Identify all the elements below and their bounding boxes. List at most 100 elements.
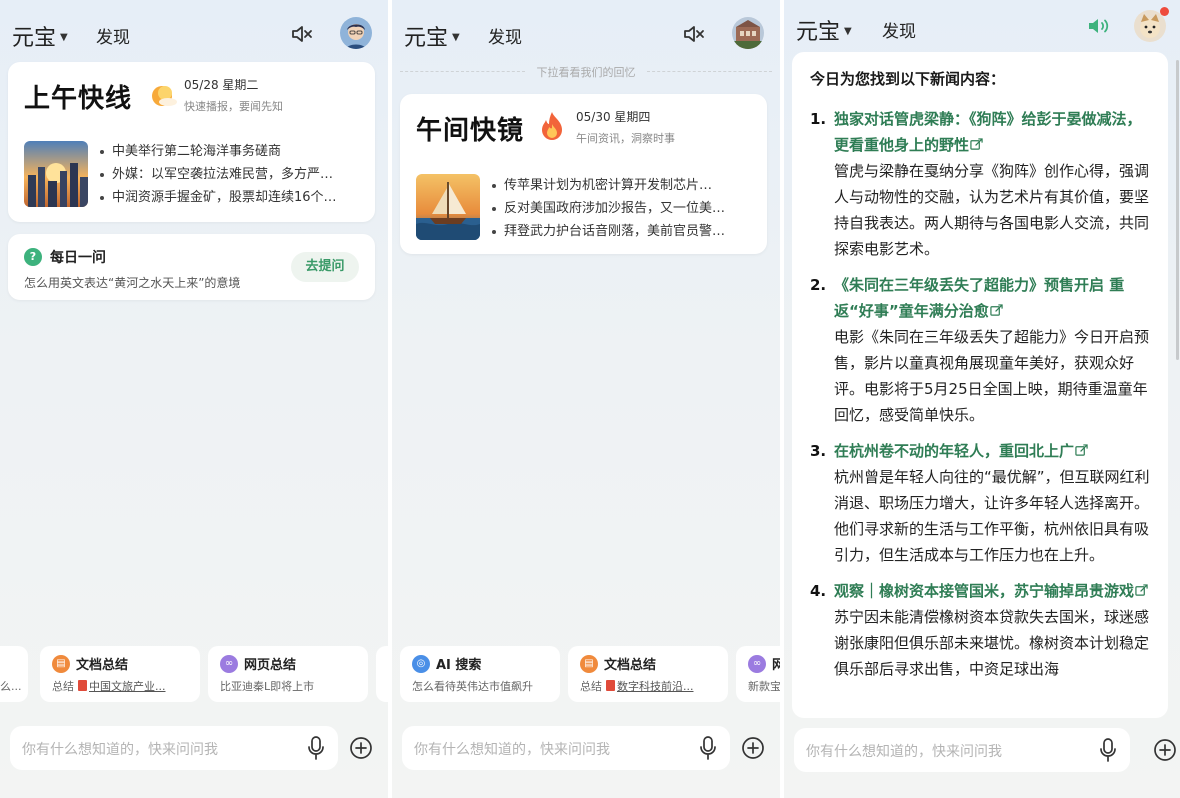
chip-title: 网页总结 bbox=[244, 658, 297, 673]
ask-button[interactable]: 去提问 bbox=[291, 252, 359, 282]
brand-switcher[interactable]: 元宝 ▼ bbox=[12, 20, 68, 52]
discover-tab[interactable]: 发现 bbox=[96, 23, 130, 48]
panel-noon-brief: 元宝 ▼ 发现 下拉看看我们的回忆 午间快镜 05/30 星期四 午间资讯，洞察… bbox=[392, 0, 780, 798]
microphone-icon[interactable] bbox=[1100, 738, 1116, 762]
chip-subtitle: 怎么看待英伟达市值飙升 bbox=[412, 680, 533, 693]
news-title-link[interactable]: 独家对话管虎梁静：《狗阵》给彭于晏做减法，更看重他身上的野性 bbox=[834, 110, 1142, 154]
ai-search-chip[interactable]: ◎ AI 搜索 怎么看待英伟达市值飙升 bbox=[400, 646, 560, 702]
discover-tab[interactable]: 发现 bbox=[488, 23, 522, 48]
item-number: 2. bbox=[810, 276, 827, 294]
chip-title: 网 bbox=[772, 658, 780, 673]
chip-subtitle: 总结 数字科技前沿... bbox=[580, 680, 694, 693]
item-number: 3. bbox=[810, 442, 827, 460]
daily-question-card[interactable]: ? 每日一问 怎么用英文表达“黄河之水天上来”的意境 去提问 bbox=[8, 234, 375, 300]
sound-muted-icon[interactable] bbox=[290, 22, 314, 46]
panel-news-answer: 元宝 ▼ 发现 今日为您找到以下新闻内容： 1. 独家对话管虎梁静：《狗阵》给彭… bbox=[784, 0, 1180, 798]
brief-date: 05/28 星期二 bbox=[184, 78, 259, 92]
chip-subtitle: 新款宝 bbox=[748, 680, 780, 693]
external-link-icon[interactable] bbox=[1135, 584, 1148, 597]
chip-title: 文档总结 bbox=[604, 658, 657, 673]
caret-down-icon: ▼ bbox=[844, 25, 852, 37]
microphone-icon[interactable] bbox=[308, 736, 324, 760]
link-icon: ∞ bbox=[748, 655, 766, 673]
avatar-building-icon bbox=[732, 17, 764, 49]
external-link-icon[interactable] bbox=[990, 304, 1003, 317]
news-title-link[interactable]: 《朱同在三年级丢失了超能力》预售开启 重返“好事”童年满分治愈 bbox=[834, 276, 1124, 320]
microphone-icon[interactable] bbox=[700, 736, 716, 760]
list-item[interactable]: 中美举行第二轮海洋事务磋商 bbox=[96, 140, 358, 163]
pdf-icon bbox=[78, 680, 87, 691]
input-placeholder: 你有什么想知道的，快来问问我 bbox=[806, 744, 1002, 760]
brand-name: 元宝 bbox=[12, 26, 57, 51]
panel-morning-brief: 元宝 ▼ 发现 上午快线 05/28 星期二 快速播报，要闻先知 中美举行第二轮… bbox=[0, 0, 388, 798]
news-title-link[interactable]: 观察｜橡树资本接管国米，苏宁输掉昂贵游戏 bbox=[834, 582, 1134, 600]
brief-news-list: 传苹果计划为机密计算开发制芯片… 反对美国政府涉加沙报告，又一位美… 拜登武力护… bbox=[488, 174, 750, 243]
news-result-item: 3. 在杭州卷不动的年轻人，重回北上广 杭州曾是年轻人向往的“最优解”，但互联网… bbox=[810, 438, 1154, 568]
web-summary-chip[interactable]: ∞ 网页总结 比亚迪秦L即将上市 bbox=[208, 646, 368, 702]
chat-input[interactable]: 你有什么想知道的，快来问问我 bbox=[794, 728, 1130, 772]
news-result-list: 1. 独家对话管虎梁静：《狗阵》给彭于晏做减法，更看重他身上的野性 管虎与梁静在… bbox=[810, 106, 1154, 692]
web-summary-chip-partial[interactable]: ∞ 网 新款宝 bbox=[736, 646, 780, 702]
link-icon: ∞ bbox=[220, 655, 238, 673]
input-placeholder: 你有什么想知道的，快来问问我 bbox=[22, 742, 218, 758]
scrollbar[interactable] bbox=[1176, 60, 1179, 360]
question-icon: ? bbox=[24, 248, 42, 266]
news-result-item: 1. 独家对话管虎梁静：《狗阵》给彭于晏做减法，更看重他身上的野性 管虎与梁静在… bbox=[810, 106, 1154, 262]
list-item[interactable]: 传苹果计划为机密计算开发制芯片… bbox=[488, 174, 750, 197]
list-item[interactable]: 拜登武力护台话音刚落，美前官员警… bbox=[488, 220, 750, 243]
list-item[interactable]: 外媒：以军空袭拉法难民营，多方严… bbox=[96, 163, 358, 186]
news-summary: 苏宁因未能清偿橡树资本贷款失去国米，球迷感谢张康阳但俱乐部未来堪忧。橡树资本计划… bbox=[834, 608, 1150, 678]
news-title-link[interactable]: 在杭州卷不动的年轻人，重回北上广 bbox=[834, 442, 1074, 460]
noon-brief-card[interactable]: 午间快镜 05/30 星期四 午间资讯，洞察时事 传苹果计划为机密计算开发制芯片… bbox=[400, 94, 767, 254]
brand-switcher[interactable]: 元宝 ▼ bbox=[404, 20, 460, 52]
news-summary: 管虎与梁静在戛纳分享《狗阵》创作心得，强调人与动物性的交融，认为艺术片有其价值，… bbox=[834, 162, 1150, 258]
doc-summary-chip[interactable]: ▤ 文档总结 总结 数字科技前沿... bbox=[568, 646, 728, 702]
chip-subtitle: 总结 中国文旅产业... bbox=[52, 680, 166, 693]
sailboat-image bbox=[416, 174, 480, 240]
list-item[interactable]: 中润资源手握金矿，股票却连续16个… bbox=[96, 186, 358, 209]
morning-brief-card[interactable]: 上午快线 05/28 星期二 快速播报，要闻先知 中美举行第二轮海洋事务磋商 外… bbox=[8, 62, 375, 222]
shortcut-chip-partial[interactable]: 么... bbox=[0, 646, 28, 702]
discover-tab[interactable]: 发现 bbox=[882, 17, 916, 42]
external-link-icon[interactable] bbox=[1075, 444, 1088, 457]
chat-input[interactable]: 你有什么想知道的，快来问问我 bbox=[402, 726, 730, 770]
city-sunrise-image bbox=[24, 141, 88, 207]
caret-down-icon: ▼ bbox=[60, 31, 68, 43]
sound-on-icon[interactable] bbox=[1086, 14, 1110, 38]
brief-subtitle: 快速播报，要闻先知 bbox=[184, 100, 283, 113]
news-result-item: 2. 《朱同在三年级丢失了超能力》预售开启 重返“好事”童年满分治愈 电影《朱同… bbox=[810, 272, 1154, 428]
chip-title: AI 搜索 bbox=[436, 658, 482, 673]
brand-switcher[interactable]: 元宝 ▼ bbox=[796, 14, 852, 46]
list-item[interactable]: 反对美国政府涉加沙报告，又一位美… bbox=[488, 197, 750, 220]
search-icon: ◎ bbox=[412, 655, 430, 673]
shortcut-chip-partial[interactable] bbox=[376, 646, 388, 702]
sound-muted-icon[interactable] bbox=[682, 22, 706, 46]
add-icon[interactable] bbox=[1153, 738, 1177, 762]
avatar[interactable] bbox=[732, 17, 764, 49]
caret-down-icon: ▼ bbox=[452, 31, 460, 43]
add-icon[interactable] bbox=[741, 736, 765, 760]
chip-title: 文档总结 bbox=[76, 658, 129, 673]
brief-title: 午间快镜 bbox=[416, 116, 525, 146]
header: 元宝 ▼ 发现 bbox=[392, 0, 780, 66]
notification-dot bbox=[1160, 7, 1169, 16]
item-number: 1. bbox=[810, 110, 827, 128]
chip-subtitle: 比亚迪秦L即将上市 bbox=[220, 680, 315, 693]
external-link-icon[interactable] bbox=[970, 138, 983, 151]
document-icon: ▤ bbox=[580, 655, 598, 673]
brief-news-list: 中美举行第二轮海洋事务磋商 外媒：以军空袭拉法难民营，多方严… 中润资源手握金矿… bbox=[96, 140, 358, 209]
answer-card: 今日为您找到以下新闻内容： 1. 独家对话管虎梁静：《狗阵》给彭于晏做减法，更看… bbox=[792, 52, 1168, 718]
news-summary: 杭州曾是年轻人向往的“最优解”，但互联网红利消退、职场压力增大，让许多年轻人选择… bbox=[834, 468, 1150, 564]
doc-summary-chip[interactable]: ▤ 文档总结 总结 中国文旅产业... bbox=[40, 646, 200, 702]
add-icon[interactable] bbox=[349, 736, 373, 760]
chip-subtitle: 么... bbox=[0, 680, 22, 693]
daily-question: 怎么用英文表达“黄河之水天上来”的意境 bbox=[24, 276, 241, 290]
news-summary: 电影《朱同在三年级丢失了超能力》今日开启预售，影片以童真视角展现童年美好，获观众… bbox=[834, 328, 1150, 424]
brief-subtitle: 午间资讯，洞察时事 bbox=[576, 132, 675, 145]
pull-hint: 下拉看看我们的回忆 bbox=[400, 64, 772, 79]
chat-input[interactable]: 你有什么想知道的，快来问问我 bbox=[10, 726, 338, 770]
sun-icon bbox=[152, 86, 177, 106]
answer-intro: 今日为您找到以下新闻内容： bbox=[810, 70, 1006, 88]
brand-name: 元宝 bbox=[796, 20, 841, 45]
avatar[interactable] bbox=[340, 17, 372, 49]
